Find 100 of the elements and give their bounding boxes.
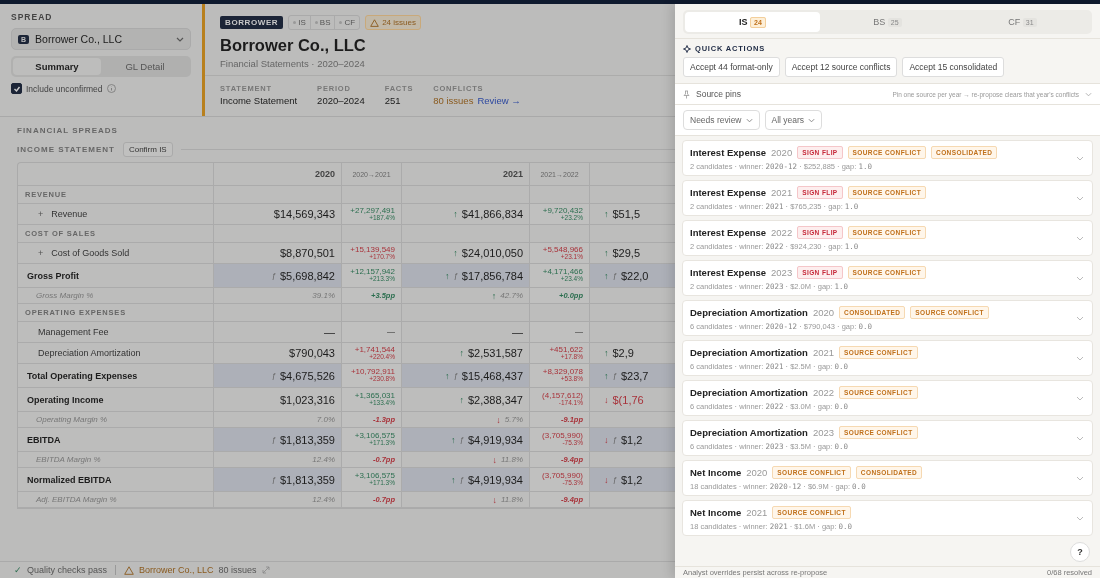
row-label: Operating Income — [27, 394, 104, 405]
expand-toggle[interactable]: + — [38, 248, 44, 258]
chevron-down-icon[interactable] — [1076, 236, 1084, 241]
formula-mark: ƒ — [612, 271, 617, 280]
row-label: Normalized EBITDA — [27, 474, 112, 485]
page-subtitle: Financial Statements · 2020–2024 — [220, 58, 366, 69]
change-amount: +5,548,966 — [542, 245, 583, 254]
amount: $51,5 — [612, 208, 641, 220]
formula-mark: ƒ — [612, 475, 617, 484]
source-pins-label[interactable]: Source pins — [696, 89, 741, 99]
trend-arrow: ↑ — [451, 474, 456, 485]
change-amount: +3,106,575 — [354, 432, 395, 441]
amount: 11.8% — [500, 495, 523, 504]
row-label: Depreciation Amortization — [38, 348, 141, 358]
formula-mark: ƒ — [459, 435, 464, 444]
trend-arrow: ↑ — [444, 370, 450, 381]
amount: — — [512, 326, 523, 338]
chevron-down-icon[interactable] — [1076, 516, 1084, 521]
formula-mark: ƒ — [271, 435, 276, 444]
status-issues: 80 issues — [218, 565, 257, 575]
row-label: Total Operating Expenses — [27, 370, 138, 381]
formula-mark: ƒ — [453, 271, 458, 280]
trend-arrow: ↑ — [453, 248, 458, 258]
chevron-down-icon[interactable] — [1076, 396, 1084, 401]
issue-name: Interest Expense — [690, 267, 767, 278]
amount: 5.7% — [504, 415, 523, 424]
trend-arrow: ↑ — [491, 290, 497, 301]
expand-toggle[interactable]: + — [38, 209, 44, 219]
amount: $4,919,934 — [467, 473, 523, 486]
quick-action-button[interactable]: Accept 15 consolidated — [902, 57, 1005, 77]
view-tab[interactable]: GL Detail — [101, 58, 189, 75]
column-header: 2021 — [401, 163, 529, 185]
row-label: Operating Margin % — [36, 415, 108, 424]
amount: 7.0% — [316, 415, 335, 424]
formula-mark: ƒ — [271, 475, 276, 484]
issue-year: 2022 — [771, 227, 793, 238]
amount: $1,023,316 — [279, 393, 335, 406]
chevron-down-icon[interactable] — [1076, 316, 1084, 321]
chevron-down-icon[interactable] — [1076, 356, 1084, 361]
trend-arrow: ↓ — [604, 394, 609, 405]
warning-icon — [124, 565, 135, 575]
amount: $5,698,842 — [279, 269, 335, 282]
info-icon — [106, 84, 116, 93]
formula-mark: ƒ — [459, 475, 464, 484]
expand-icon[interactable] — [261, 566, 270, 574]
checkbox-label: Include unconfirmed — [26, 83, 103, 94]
quality-status: Quality checks pass — [27, 565, 108, 575]
chevron-down-icon[interactable] — [1076, 196, 1084, 201]
amount: $15,468,437 — [461, 369, 523, 382]
sparkle-icon — [683, 44, 691, 53]
amount: $23,7 — [620, 369, 649, 382]
trend-arrow: ↑ — [604, 248, 609, 258]
help-button[interactable]: ? — [1070, 542, 1090, 562]
issues-badge: 24 issues — [365, 15, 421, 30]
issue-name: Interest Expense — [690, 187, 767, 198]
statement-chip-group: IS BS CF — [288, 15, 361, 30]
chevron-down-icon[interactable] — [1076, 476, 1084, 481]
chevron-down-icon[interactable] — [1076, 436, 1084, 441]
stat-value: 251 — [384, 95, 402, 106]
change-amount: +8,329,078 — [542, 368, 583, 377]
chevron-down-icon[interactable] — [1076, 156, 1084, 161]
change-amount: — — [575, 328, 583, 336]
trend-arrow: ↓ — [492, 454, 497, 465]
stat-value: 80 issues — [433, 95, 474, 106]
change-amount: (3,705,990) — [542, 472, 583, 481]
trend-arrow: ↑ — [604, 209, 609, 219]
confirm-button[interactable]: Confirm IS — [122, 142, 173, 157]
amount: $4,675,526 — [279, 369, 335, 382]
row-label: Adj. EBITDA Margin % — [36, 495, 117, 504]
quick-action-button[interactable]: Accept 12 source conflicts — [784, 57, 898, 77]
amount: $1,813,359 — [279, 473, 335, 486]
trend-arrow: ↑ — [604, 348, 609, 358]
view-tab[interactable]: Summary — [13, 58, 101, 75]
trend-arrow: ↓ — [604, 474, 609, 485]
amount: $(1,76 — [612, 393, 644, 406]
filter-dropdown[interactable]: Needs review — [683, 110, 760, 130]
check-icon: ✓ — [14, 565, 22, 575]
issue-year: 2023 — [812, 427, 835, 438]
row-label: Cost of Goods Sold — [51, 248, 130, 258]
amount: $2,9 — [612, 347, 634, 359]
change-amount: +10,792,911 — [350, 368, 395, 377]
checkbox[interactable] — [11, 83, 22, 94]
quick-action-button[interactable]: Accept 44 format-only — [683, 57, 780, 77]
issue-name: Interest Expense — [690, 147, 767, 158]
amount: $29,5 — [612, 247, 641, 259]
filter-dropdown[interactable]: All years — [764, 110, 823, 130]
issue-name: Depreciation Amortization — [690, 427, 808, 438]
chevron-down-icon[interactable] — [1085, 91, 1092, 97]
row-label: EBITDA Margin % — [36, 455, 101, 464]
chevron-down-icon[interactable] — [1076, 276, 1084, 281]
amount: $41,866,834 — [461, 208, 523, 220]
issue-name: Depreciation Amortization — [690, 387, 808, 398]
chevron-down-icon — [176, 36, 184, 42]
amount: $790,043 — [289, 347, 335, 359]
amount: $22,0 — [620, 269, 649, 282]
amount: — — [324, 326, 335, 338]
review-link[interactable]: Review → — [477, 95, 521, 106]
issue-name: Net Income — [690, 507, 742, 518]
issue-year: 2020 — [746, 467, 768, 478]
stat-value: Income Statement — [220, 95, 298, 106]
